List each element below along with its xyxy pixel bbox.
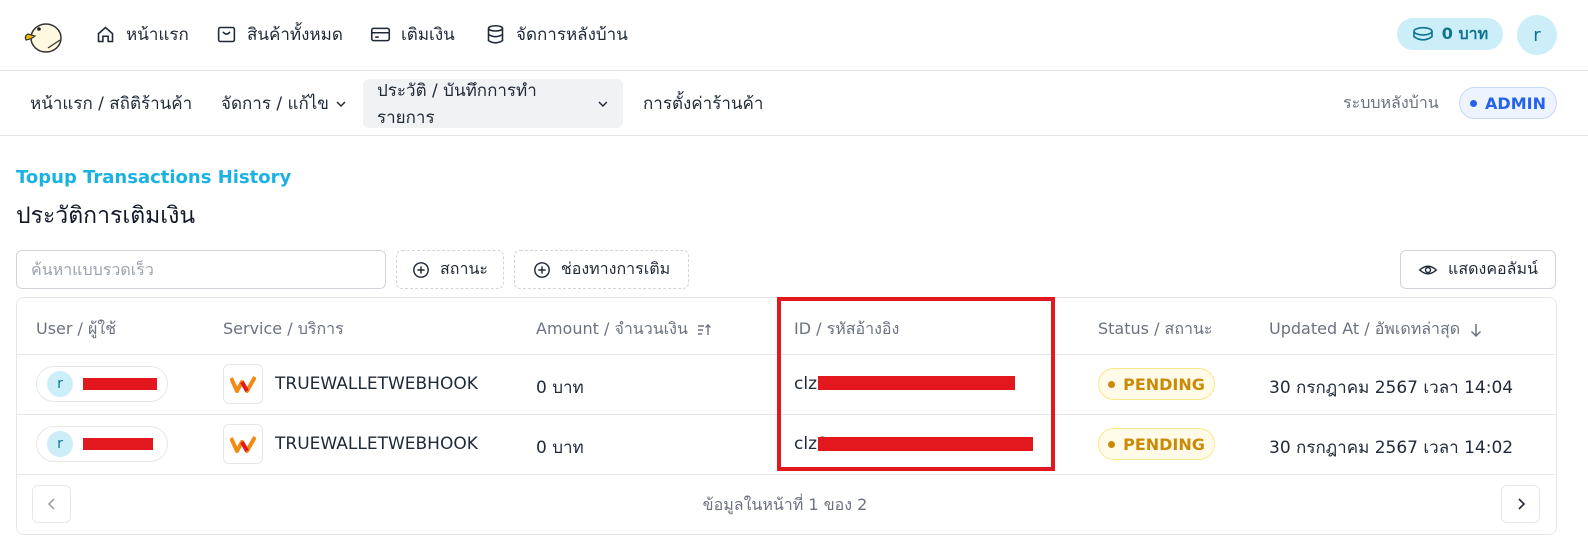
service-name: TRUEWALLETWEBHOOK xyxy=(275,434,478,454)
home-icon xyxy=(97,25,114,42)
nav-backend[interactable]: จัดการหลังบ้าน xyxy=(485,22,628,46)
duck-logo-icon[interactable] xyxy=(22,14,64,54)
next-page-button[interactable] xyxy=(1501,485,1540,523)
column-header-user-label: User / ผู้ใช้ xyxy=(36,319,117,338)
avatar: r xyxy=(47,371,73,397)
amount-value: 0 บาท xyxy=(536,438,584,458)
coins-icon xyxy=(1412,26,1433,41)
amount-value: 0 บาท xyxy=(536,378,584,398)
nav-topup[interactable]: เติมเงิน xyxy=(370,22,455,46)
avatar: r xyxy=(47,431,73,457)
status-badge-label: PENDING xyxy=(1123,374,1205,394)
nav-topup-label: เติมเงิน xyxy=(401,24,455,45)
search-input[interactable] xyxy=(16,250,386,289)
user-avatar[interactable]: r xyxy=(1517,15,1557,55)
column-header-service[interactable]: Service / บริการ xyxy=(223,317,344,342)
nav-products[interactable]: สินค้าทั้งหมด xyxy=(216,22,343,46)
subnav-history-label: ประวัติ / บันทึกการทำรายการ xyxy=(377,80,537,128)
subnav-manage[interactable]: จัดการ / แก้ไข xyxy=(207,79,361,128)
column-header-amount-label: Amount / จำนวนเงิน xyxy=(536,319,688,338)
user-chip[interactable]: r xyxy=(36,426,168,462)
redaction-bar xyxy=(83,378,157,390)
status-filter-label: สถานะ xyxy=(440,259,488,278)
updated-at: 30 กรกฎาคม 2567 เวลา 14:04 xyxy=(1269,378,1514,398)
status-badge: PENDING xyxy=(1098,368,1215,400)
status-badge: PENDING xyxy=(1098,428,1215,460)
redaction-bar xyxy=(83,438,153,450)
plus-circle-icon xyxy=(413,261,429,278)
status-badge-label: PENDING xyxy=(1123,434,1205,454)
nav-products-label: สินค้าทั้งหมด xyxy=(247,24,343,45)
subnav-settings[interactable]: การตั้งค่าร้านค้า xyxy=(629,79,777,128)
backend-label: ระบบหลังบ้าน xyxy=(1343,93,1439,112)
nav-backend-label: จัดการหลังบ้าน xyxy=(516,24,628,45)
service-name: TRUEWALLETWEBHOOK xyxy=(275,374,478,394)
subnav-dashboard[interactable]: หน้าแรก / สถิติร้านค้า xyxy=(16,79,206,128)
status-filter-button[interactable]: สถานะ xyxy=(396,250,504,289)
column-header-status-label: Status / สถานะ xyxy=(1098,319,1213,338)
page-title: ประวัติการเติมเงิน xyxy=(16,203,196,229)
shop-icon xyxy=(217,26,236,42)
subnav-settings-label: การตั้งค่าร้านค้า xyxy=(643,94,764,114)
subnav-history[interactable]: ประวัติ / บันทึกการทำรายการ xyxy=(363,79,623,128)
top-navbar: หน้าแรก สินค้าทั้งหมด เติมเงิน จัดการหลั… xyxy=(0,0,1588,71)
show-columns-label: แสดงคอลัมน์ xyxy=(1448,259,1538,278)
subnav-dashboard-label: หน้าแรก / สถิติร้านค้า xyxy=(30,94,193,114)
chevron-down-icon xyxy=(598,101,608,107)
status-dot xyxy=(1108,380,1116,388)
channel-filter-label: ช่องทางการเติม xyxy=(560,259,671,278)
pagination-info: ข้อมูลในหน้าที่ 1 ของ 2 xyxy=(702,495,868,514)
show-columns-button[interactable]: แสดงคอลัมน์ xyxy=(1400,250,1556,289)
column-header-service-label: Service / บริการ xyxy=(223,319,344,338)
status-dot xyxy=(1470,99,1478,107)
column-header-status[interactable]: Status / สถานะ xyxy=(1098,317,1213,342)
role-badge: ADMIN xyxy=(1459,87,1557,119)
credit-amount: 0 บาท xyxy=(1441,23,1489,43)
channel-filter-button[interactable]: ช่องทางการเติม xyxy=(514,250,689,289)
wallet-icon xyxy=(370,27,391,41)
chevron-down-icon xyxy=(336,100,346,107)
credit-balance[interactable]: 0 บาท xyxy=(1397,18,1503,50)
role-badge-label: ADMIN xyxy=(1485,93,1546,113)
status-dot xyxy=(1108,440,1116,448)
database-icon xyxy=(487,24,504,44)
plus-circle-icon xyxy=(533,261,550,278)
subnav-manage-label: จัดการ / แก้ไข xyxy=(221,94,329,114)
highlight-box xyxy=(777,297,1055,471)
nav-home-label: หน้าแรก xyxy=(126,24,189,45)
column-header-updated-label: Updated At / อัพเดทล่าสุด xyxy=(1269,319,1461,338)
sort-icon[interactable] xyxy=(696,322,712,338)
truewallet-logo-icon xyxy=(223,364,263,404)
truewallet-logo-icon xyxy=(223,424,263,464)
column-header-amount[interactable]: Amount / จำนวนเงิน xyxy=(536,317,712,342)
user-chip[interactable]: r xyxy=(36,366,168,402)
row-divider xyxy=(17,474,1556,475)
updated-at: 30 กรกฎาคม 2567 เวลา 14:02 xyxy=(1269,438,1514,458)
page-subtitle: Topup Transactions History xyxy=(16,167,292,188)
arrow-down-icon[interactable] xyxy=(1468,322,1484,338)
nav-home[interactable]: หน้าแรก xyxy=(95,22,189,46)
chevron-right-icon xyxy=(1517,498,1525,510)
column-header-user[interactable]: User / ผู้ใช้ xyxy=(36,317,116,342)
column-header-updated[interactable]: Updated At / อัพเดทล่าสุด xyxy=(1269,317,1484,342)
eye-icon xyxy=(1418,265,1438,274)
